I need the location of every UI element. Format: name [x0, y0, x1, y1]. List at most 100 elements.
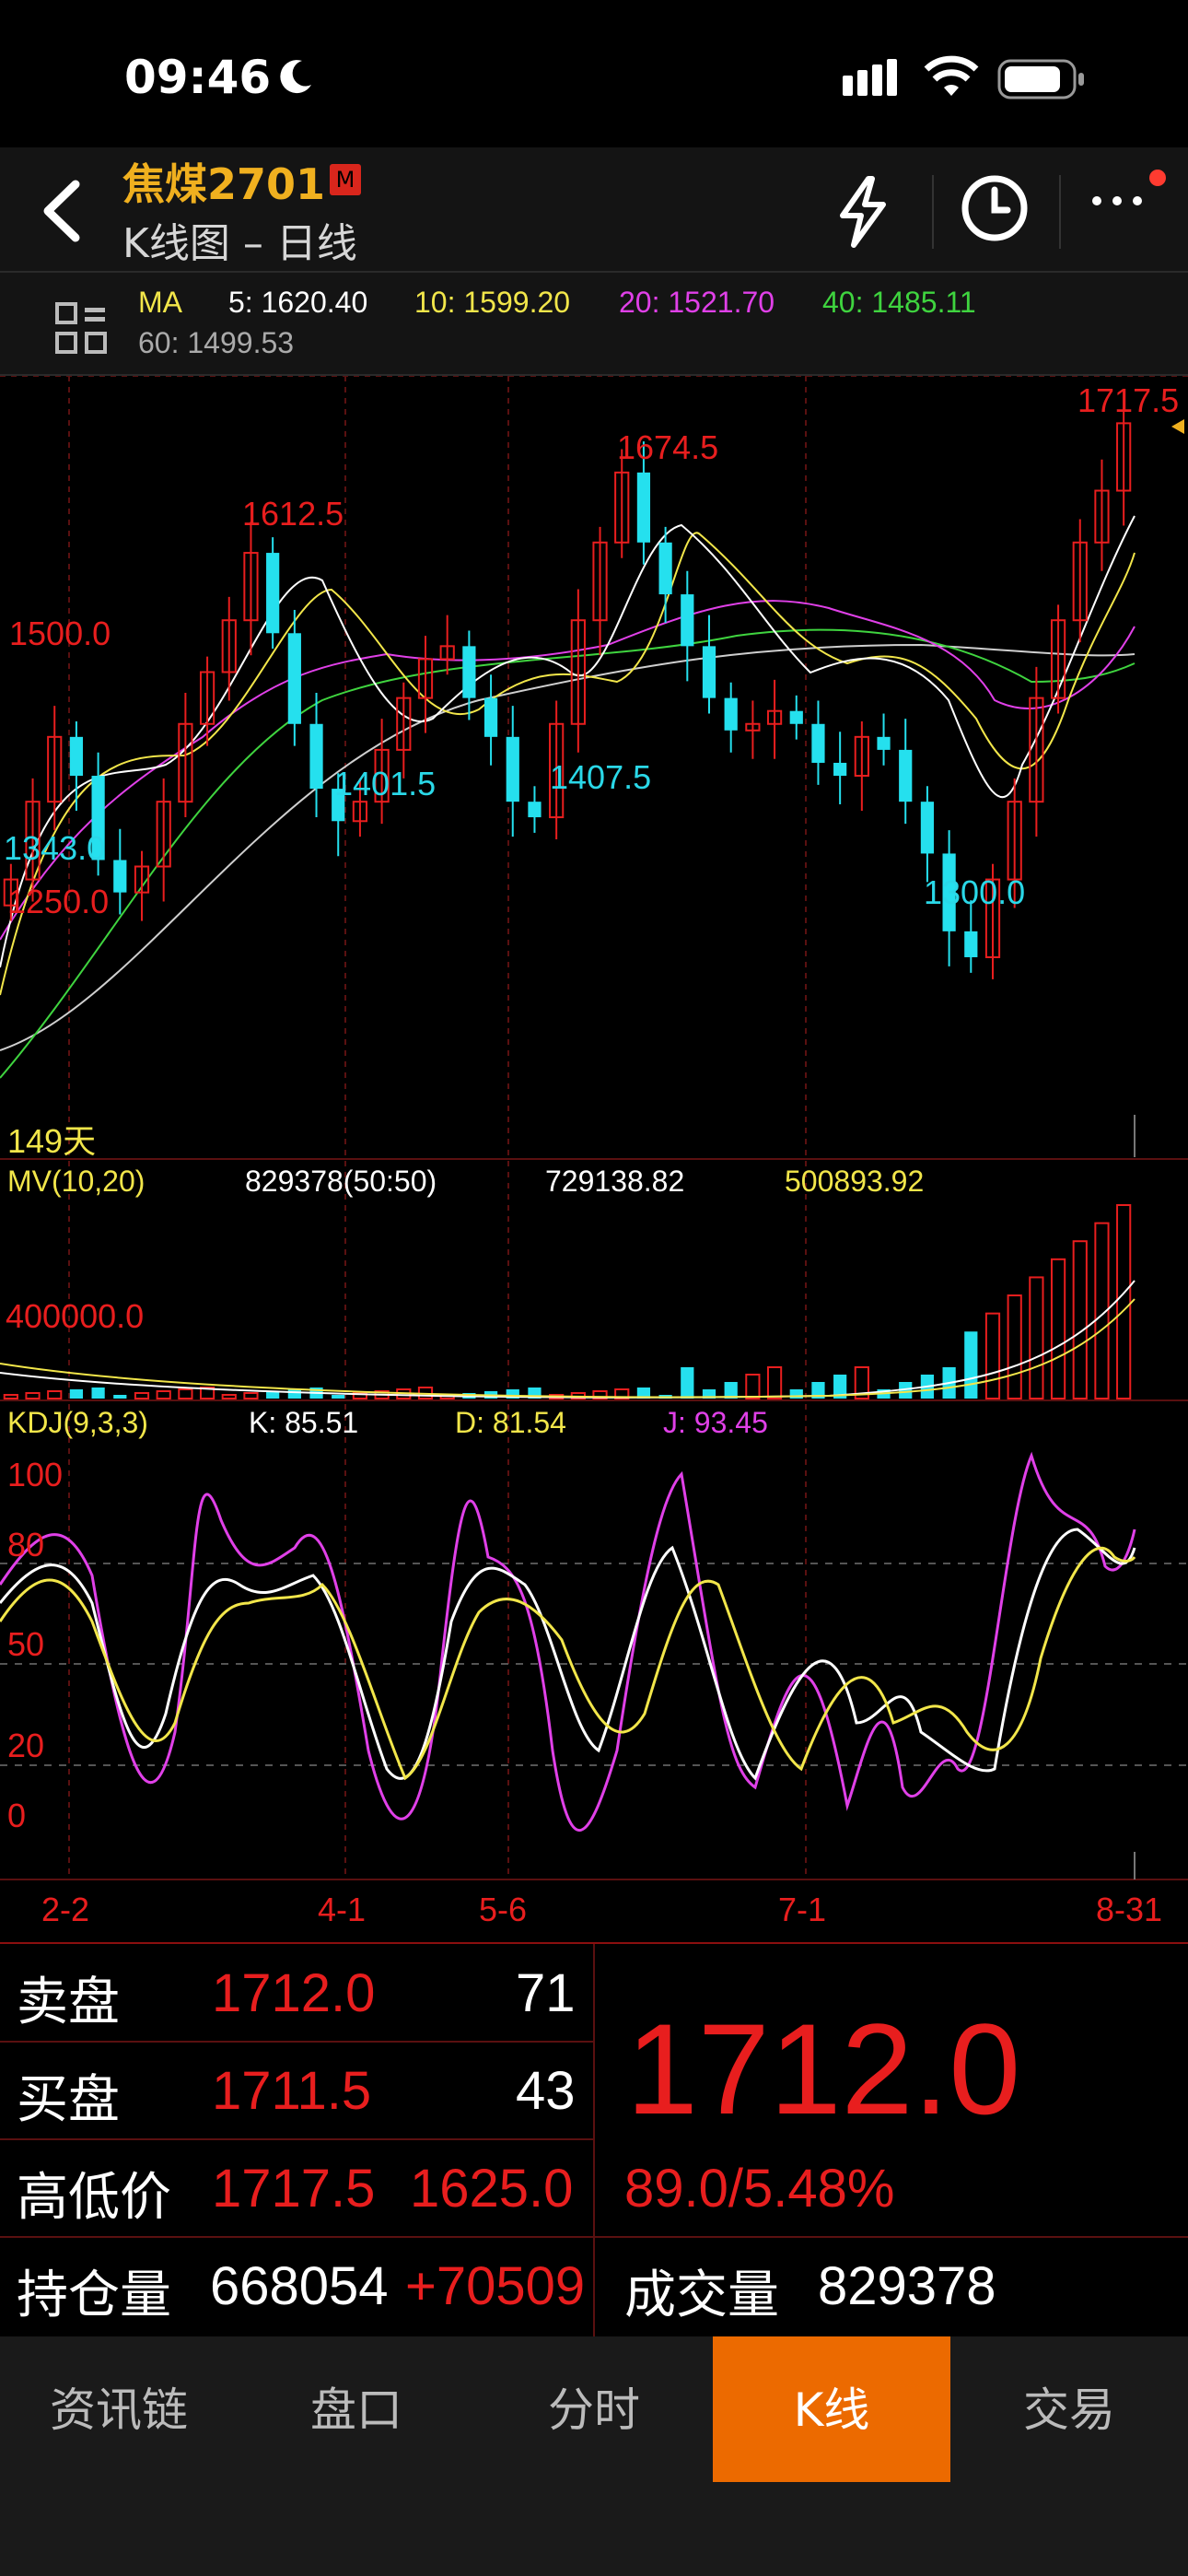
- volume-bar: [287, 1389, 301, 1399]
- candle-body: [113, 860, 127, 893]
- volume-bar: [681, 1367, 694, 1399]
- open-interest-change: +70509: [405, 2256, 586, 2316]
- ask-label: 卖盘: [17, 1973, 120, 2032]
- high-low-label: 高低价: [17, 2168, 171, 2228]
- volume-bar: [69, 1389, 84, 1399]
- volume-bar: [964, 1331, 978, 1399]
- indicator-grid-icon[interactable]: [55, 302, 107, 354]
- volume-bar: [745, 1374, 761, 1399]
- price-change: 89.0/5.48%: [624, 2159, 895, 2219]
- instrument-title: 焦煤2701: [122, 159, 326, 209]
- candle-body: [899, 749, 913, 802]
- ma10-line: [0, 532, 1136, 996]
- ask-volume: 71: [516, 1963, 576, 2023]
- volume-bar: [91, 1388, 105, 1399]
- home-indicator-area: [0, 2484, 1188, 2576]
- tab-news-chain[interactable]: 资讯链: [0, 2336, 238, 2484]
- candle-body: [506, 736, 519, 802]
- candle-body: [724, 697, 738, 731]
- ma-label: MA: [138, 286, 182, 319]
- candle-body: [287, 633, 301, 724]
- candle-body: [69, 736, 84, 777]
- candle-body: [811, 723, 825, 763]
- app-header: 焦煤2701 M K线图 – 日线: [0, 147, 1188, 271]
- volume-bar: [156, 1390, 171, 1399]
- volume-bar: [1072, 1240, 1088, 1400]
- candle-body: [681, 594, 694, 647]
- volume-bar: [178, 1388, 193, 1399]
- volume-bar: [134, 1392, 150, 1399]
- tab-order-book[interactable]: 盘口: [238, 2336, 475, 2484]
- ma5-value: 5: 1620.40: [228, 286, 368, 319]
- open-interest-label: 持仓量: [17, 2266, 171, 2325]
- candle-body: [528, 802, 542, 818]
- kdj-j-line: [0, 1451, 1136, 1832]
- candle-body: [266, 553, 280, 634]
- candle-body: [91, 776, 105, 861]
- volume-bar: [332, 1395, 345, 1399]
- ma5-line: [0, 515, 1136, 968]
- more-options-icon[interactable]: [1089, 192, 1145, 210]
- volume-label: 成交量: [624, 2266, 779, 2325]
- volume-value: 829378: [818, 2256, 996, 2316]
- open-interest: 668054: [210, 2256, 389, 2316]
- last-price: 1712.0: [626, 1996, 1021, 2141]
- volume-bar: [1029, 1276, 1044, 1400]
- bid-label: 买盘: [17, 2070, 120, 2130]
- wifi-icon: [924, 55, 979, 96]
- candle-body: [877, 736, 891, 750]
- candle-body: [702, 646, 716, 698]
- ma60-value: 60: 1499.53: [138, 326, 295, 359]
- candlestick-series: [3, 407, 1132, 979]
- ma40-value: 40: 1485.11: [822, 286, 976, 319]
- kline-chart[interactable]: [0, 376, 1188, 1942]
- status-bar: 09:46: [0, 0, 1188, 147]
- volume-bar: [1050, 1258, 1066, 1399]
- candle-body: [789, 710, 803, 724]
- candle-body: [462, 646, 476, 698]
- ask-price: 1712.0: [212, 1963, 376, 2023]
- volume-bar: [221, 1394, 237, 1399]
- back-arrow-icon[interactable]: [35, 179, 90, 243]
- status-time: 09:46: [124, 51, 272, 104]
- candle-body: [920, 802, 935, 854]
- day-high: 1717.5: [212, 2159, 376, 2219]
- moving-average-legend: MA 5: 1620.40 10: 1599.20 20: 1521.70 40…: [0, 271, 1188, 376]
- lightning-icon[interactable]: [833, 175, 892, 249]
- ma10-value: 10: 1599.20: [414, 286, 571, 319]
- tab-kline[interactable]: K线: [713, 2336, 950, 2482]
- volume-bar: [766, 1366, 783, 1399]
- volume-bar: [3, 1394, 18, 1399]
- ma20-value: 20: 1521.70: [619, 286, 775, 319]
- battery-icon: [997, 59, 1084, 100]
- bid-volume: 43: [516, 2061, 576, 2121]
- day-low: 1625.0: [410, 2159, 574, 2219]
- bottom-tab-bar: 资讯链 盘口 分时 K线 交易: [0, 2336, 1188, 2484]
- volume-bar: [1116, 1204, 1132, 1399]
- tab-intraday[interactable]: 分时: [475, 2336, 713, 2484]
- candle-body: [833, 762, 847, 777]
- moon-icon: [280, 60, 311, 94]
- candle-body: [483, 697, 498, 737]
- volume-bar: [47, 1390, 63, 1399]
- volume-bar: [113, 1395, 127, 1399]
- notification-dot: [1149, 170, 1166, 186]
- bid-price: 1711.5: [212, 2061, 372, 2121]
- clock-icon[interactable]: [960, 173, 1030, 243]
- main-contract-badge: M: [330, 164, 361, 195]
- volume-bar: [243, 1392, 259, 1399]
- volume-bar: [1007, 1294, 1022, 1399]
- volume-series: [3, 1204, 1132, 1400]
- candle-body: [332, 789, 345, 822]
- candle-body: [636, 472, 651, 543]
- header-divider: [932, 175, 934, 249]
- chart-period-subtitle: K线图 – 日线: [122, 220, 357, 267]
- volume-bar: [984, 1312, 1001, 1400]
- candle-body: [964, 931, 978, 957]
- candle-body: [658, 542, 672, 595]
- candle-body: [309, 723, 323, 790]
- tab-trade[interactable]: 交易: [950, 2336, 1188, 2484]
- cellular-signal-icon: [843, 59, 897, 96]
- volume-bar: [25, 1392, 41, 1399]
- candle-body: [942, 853, 956, 931]
